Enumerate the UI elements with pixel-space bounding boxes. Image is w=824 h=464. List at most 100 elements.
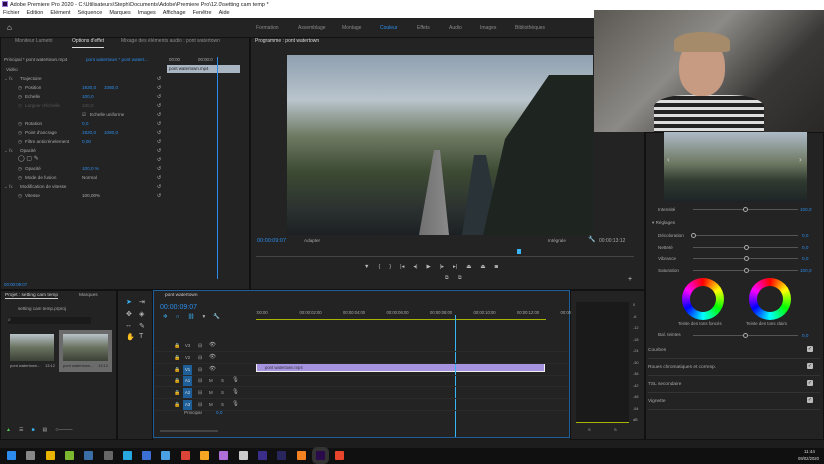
menu-marques[interactable]: Marques (109, 10, 130, 17)
reglages-section[interactable]: ▾ Réglages (652, 220, 675, 226)
fl-studio-icon[interactable] (200, 451, 209, 460)
add-marker-icon[interactable]: ▾ (203, 314, 206, 320)
flow-icon[interactable] (122, 451, 132, 460)
extract-icon[interactable]: ⏏ (480, 264, 485, 270)
sync-lock-icon[interactable]: ⊟ (198, 367, 202, 373)
mute-button[interactable]: M (209, 390, 213, 395)
mini-timeline-clip[interactable]: pont watertown.mp4 (167, 65, 240, 73)
tab-audio-clip-mixer[interactable]: Mixage des éléments audio : pont waterto… (121, 38, 220, 48)
program-timecode[interactable]: 00:00:09:07 (257, 238, 286, 244)
fx-toggle-icon[interactable]: ⌄ fx (4, 148, 13, 154)
solo-button[interactable]: S (221, 378, 224, 383)
mark-in-icon[interactable]: { (378, 264, 380, 270)
effect-row[interactable]: ⌄ fx Modification de vitesse ↺ (0, 182, 165, 191)
tab-sequence[interactable]: pont watertown (165, 293, 198, 298)
effect-row[interactable]: ◷ Filtre anticrénelement 0,00 ↺ (0, 137, 165, 146)
reset-icon[interactable]: ↺ (157, 184, 161, 190)
intensity-value[interactable]: 100,0 (800, 207, 812, 212)
wrench-icon[interactable]: 🔧 (588, 236, 595, 243)
work-area-bar[interactable] (256, 319, 546, 320)
section-courbes[interactable]: Courbes (648, 342, 820, 359)
linked-selection-icon[interactable]: ⛓ (188, 314, 195, 320)
property-value[interactable]: 100,0 (82, 94, 94, 99)
courbes-checkbox[interactable]: ✓ (807, 346, 813, 352)
property-value[interactable]: 0,0 (82, 121, 88, 126)
tab-effect-controls[interactable]: Options d'effet (72, 38, 104, 48)
uniform-scale-checkbox[interactable]: ☑ (82, 112, 86, 118)
section-hsl-secondary[interactable]: TSL secondaire (648, 376, 820, 393)
eye-icon[interactable]: 👁 (209, 354, 216, 360)
property-value[interactable]: 100,0 (82, 103, 94, 108)
reset-icon[interactable]: ↺ (157, 175, 161, 181)
messenger-icon[interactable] (219, 451, 229, 460)
track-target[interactable]: A3 (183, 400, 192, 410)
lumetri-slider[interactable] (693, 267, 798, 273)
ripple-edit-tool-icon[interactable]: ✥ (126, 310, 132, 318)
type-tool-icon[interactable]: T (139, 333, 143, 340)
stopwatch-icon[interactable]: ◷ (18, 175, 22, 181)
track-target[interactable]: V1 (183, 364, 192, 375)
reset-icon[interactable]: ↺ (157, 103, 161, 109)
workspace-formation[interactable]: Formation (256, 25, 279, 31)
firefox-icon[interactable] (335, 451, 345, 460)
slider-knob[interactable] (743, 244, 749, 250)
effect-row[interactable]: ☑ Echelle uniforme ↺ (0, 110, 165, 119)
bridge-icon[interactable] (257, 451, 267, 460)
reset-icon[interactable]: ↺ (157, 94, 161, 100)
stopwatch-icon[interactable]: ◷ (18, 85, 22, 91)
stopwatch-icon[interactable]: ◷ (18, 130, 22, 136)
sequence-clip-select[interactable]: pont watertown * pont watert... (86, 57, 148, 62)
playback-resolution-select[interactable]: Intégrale (548, 238, 566, 243)
lock-icon[interactable]: ▲ (6, 427, 11, 433)
track-select-tool-icon[interactable]: ⇥ (139, 298, 145, 306)
previous-look-icon[interactable]: ‹ (667, 155, 670, 164)
fx-toggle-icon[interactable]: ⌄ fx (4, 76, 13, 82)
meter-solo-left[interactable]: S (588, 427, 591, 432)
fx-toggle-icon[interactable]: ⌄ fx (4, 184, 13, 190)
shadow-tint-wheel[interactable] (682, 278, 724, 320)
sync-lock-icon[interactable]: ⊟ (198, 402, 202, 408)
mute-button[interactable]: M (209, 378, 213, 383)
reset-icon[interactable]: ↺ (157, 166, 161, 172)
stopwatch-icon[interactable]: ◷ (18, 139, 22, 145)
step-back-icon[interactable]: ◂| (413, 264, 417, 270)
mic-icon[interactable]: 🎙 (232, 401, 239, 407)
tab-markers[interactable]: Marques (79, 293, 98, 298)
task-view-icon[interactable] (26, 451, 36, 460)
go-to-out-icon[interactable]: ▸| (453, 264, 457, 270)
property-value[interactable]: 100,0 % (82, 166, 99, 171)
tint-balance-slider[interactable] (693, 333, 798, 338)
track-target[interactable]: V3 (183, 341, 192, 351)
effect-row[interactable]: ⌄ fx Opacité ↺ (0, 146, 165, 155)
x-app-icon[interactable] (161, 451, 171, 460)
stopwatch-icon[interactable]: ◷ (18, 94, 22, 100)
lumetri-slider[interactable] (691, 233, 798, 238)
property-value[interactable]: 1920,0 (82, 130, 96, 135)
reset-icon[interactable]: ↺ (157, 157, 161, 163)
menu-images[interactable]: Images (138, 10, 156, 17)
property-value[interactable]: 100,00% (82, 193, 100, 198)
reset-icon[interactable]: ↺ (157, 76, 161, 82)
slider-knob[interactable] (743, 267, 749, 273)
menu-affichage[interactable]: Affichage (163, 10, 186, 17)
obs-icon[interactable] (103, 451, 113, 460)
effect-row[interactable]: ⌄ fx Trajectoire ↺ (0, 74, 165, 83)
sync-lock-icon[interactable]: ⊟ (198, 390, 202, 396)
stopwatch-icon[interactable]: ◷ (18, 121, 22, 127)
section-color-wheels[interactable]: Roues chromatiques et corresp. (648, 359, 820, 376)
stopwatch-icon[interactable]: ◷ (18, 103, 22, 109)
lumetri-slider-value[interactable]: 0,0 (802, 256, 808, 261)
solo-button[interactable]: S (221, 390, 224, 395)
property-value-y[interactable]: 1080,0 (104, 130, 118, 135)
property-value[interactable]: 0,00 (82, 139, 91, 144)
slip-tool-icon[interactable]: ↔ (125, 322, 132, 329)
effect-row[interactable]: ◷ Opacité 100,0 % ↺ (0, 164, 165, 173)
reset-icon[interactable]: ↺ (157, 85, 161, 91)
source-clip-select[interactable]: Principal * pont watertown.mp4 (4, 57, 67, 62)
next-look-icon[interactable]: › (799, 155, 802, 164)
program-playhead[interactable] (516, 249, 521, 254)
program-scrubber[interactable] (256, 256, 634, 257)
timeline-zoom-scrollbar[interactable] (160, 430, 218, 432)
stopwatch-icon[interactable]: ◷ (18, 193, 22, 199)
effect-row[interactable]: ◷ Largeur d'échelle 100,0 ↺ (0, 101, 165, 110)
